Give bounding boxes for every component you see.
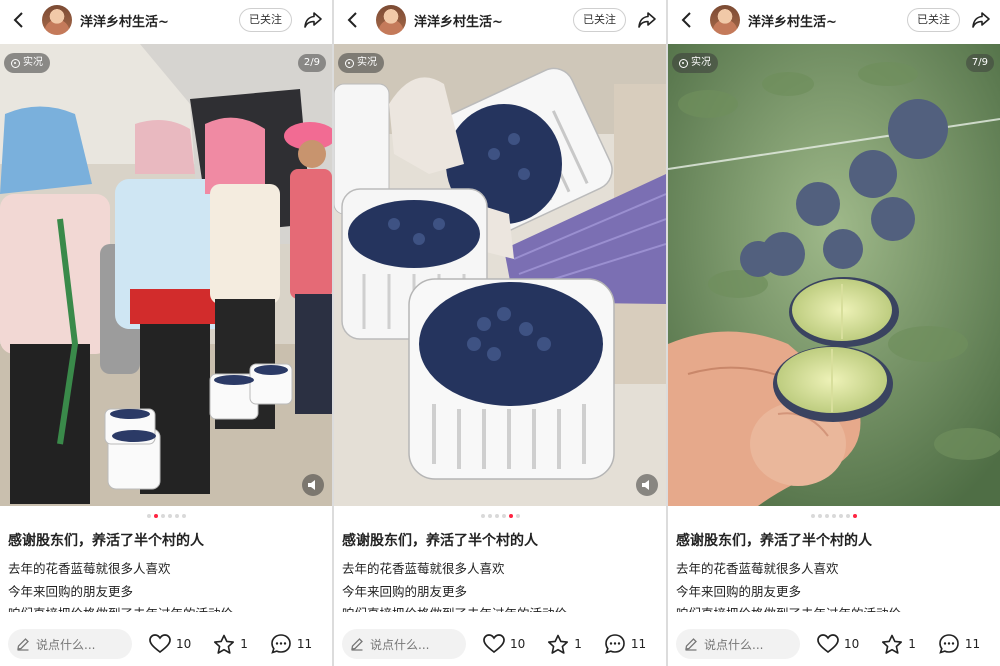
- author-avatar[interactable]: [710, 5, 740, 35]
- collect-button[interactable]: 1: [547, 634, 582, 655]
- author-name[interactable]: 洋洋乡村生活~: [80, 11, 169, 30]
- pencil-icon: [17, 638, 29, 651]
- comment-placeholder: 说点什么...: [36, 637, 96, 652]
- live-label: 实况: [691, 57, 711, 68]
- comment-count: 11: [964, 637, 981, 651]
- live-icon: [11, 58, 20, 68]
- comment-button[interactable]: 11: [938, 633, 980, 655]
- author-name[interactable]: 洋洋乡村生活~: [414, 11, 503, 30]
- like-button[interactable]: 10: [149, 634, 191, 654]
- post-panel-1: 洋洋乡村生活~ 已关注 实况 2/9 感谢股东们，养活了半个村的人 去年的花香蓝…: [0, 0, 332, 666]
- share-icon[interactable]: [302, 9, 324, 31]
- image-counter: 2/9: [297, 54, 326, 72]
- share-icon[interactable]: [636, 9, 658, 31]
- post-photo-blueberry-baskets[interactable]: 实况: [334, 44, 666, 506]
- author-avatar[interactable]: [42, 5, 72, 35]
- post-title: 感谢股东们，养活了半个村的人: [342, 533, 538, 549]
- collect-count: 1: [240, 637, 248, 651]
- live-label: 实况: [23, 57, 43, 68]
- post-header: 洋洋乡村生活~ 已关注: [668, 0, 1000, 40]
- live-label: 实况: [357, 57, 377, 68]
- caption-line-1: 去年的花香蓝莓就很多人喜欢: [676, 561, 839, 576]
- comment-count: 11: [296, 637, 313, 651]
- share-icon[interactable]: [970, 9, 992, 31]
- post-title: 感谢股东们，养活了半个村的人: [676, 533, 872, 549]
- comment-input[interactable]: 说点什么...: [342, 629, 466, 659]
- star-icon: [214, 634, 235, 654]
- image-counter: 7/9: [965, 54, 994, 72]
- live-icon: [679, 58, 688, 68]
- carousel-indicator: [0, 514, 332, 518]
- live-icon: [345, 58, 354, 68]
- collect-count: 1: [908, 637, 916, 651]
- follow-button[interactable]: 已关注: [239, 8, 292, 32]
- like-button[interactable]: 10: [483, 634, 525, 654]
- post-title: 感谢股东们，养活了半个村的人: [8, 533, 204, 549]
- collect-button[interactable]: 1: [213, 634, 248, 655]
- caption-line-2: 今年来回购的朋友更多: [8, 584, 134, 599]
- caption-line-2: 今年来回购的朋友更多: [342, 584, 468, 599]
- caption-line-2: 今年来回购的朋友更多: [676, 584, 802, 599]
- comment-input[interactable]: 说点什么...: [676, 629, 800, 659]
- post-panel-3: 洋洋乡村生活~ 已关注 实况 7/9 感谢股东们，养活了半个村的人 去年的花香蓝…: [668, 0, 1000, 666]
- follow-button[interactable]: 已关注: [907, 8, 960, 32]
- engagement-bar: 说点什么... 10 1 11: [668, 622, 1000, 666]
- comment-button[interactable]: 11: [270, 633, 312, 655]
- like-count: 10: [176, 637, 192, 651]
- comment-placeholder: 说点什么...: [704, 637, 764, 652]
- post-panel-2: 洋洋乡村生活~ 已关注 实况 感谢股东们，养活了半个村的人 去年的花香蓝莓就很多…: [334, 0, 666, 666]
- heart-icon: [149, 634, 171, 654]
- carousel-indicator: [668, 514, 1000, 518]
- like-count: 10: [510, 637, 526, 651]
- collect-button[interactable]: 1: [881, 634, 916, 655]
- heart-icon: [483, 634, 505, 654]
- live-photo-badge: 实况: [338, 53, 384, 73]
- pencil-icon: [685, 638, 697, 651]
- comment-input[interactable]: 说点什么...: [8, 629, 132, 659]
- caption-line-1: 去年的花香蓝莓就很多人喜欢: [8, 561, 171, 576]
- mute-icon[interactable]: [302, 474, 324, 496]
- heart-icon: [817, 634, 839, 654]
- pencil-icon: [351, 638, 363, 651]
- carousel-indicator: [334, 514, 666, 518]
- post-photo-blueberry-halves[interactable]: 实况 7/9: [668, 44, 1000, 506]
- author-avatar[interactable]: [376, 5, 406, 35]
- back-chevron-icon[interactable]: [342, 10, 362, 30]
- post-header: 洋洋乡村生活~ 已关注: [0, 0, 332, 40]
- comment-placeholder: 说点什么...: [370, 637, 430, 652]
- post-photo-farmworkers[interactable]: 实况 2/9: [0, 44, 332, 506]
- comment-bubble-icon: [271, 634, 291, 654]
- mute-icon[interactable]: [636, 474, 658, 496]
- post-header: 洋洋乡村生活~ 已关注: [334, 0, 666, 40]
- screenshot-strip: 洋洋乡村生活~ 已关注 实况 2/9 感谢股东们，养活了半个村的人 去年的花香蓝…: [0, 0, 1000, 666]
- caption-line-1: 去年的花香蓝莓就很多人喜欢: [342, 561, 505, 576]
- like-button[interactable]: 10: [817, 634, 859, 654]
- comment-bubble-icon: [939, 634, 959, 654]
- back-chevron-icon[interactable]: [8, 10, 28, 30]
- live-photo-badge: 实况: [672, 53, 718, 73]
- back-chevron-icon[interactable]: [676, 10, 696, 30]
- engagement-bar: 说点什么... 10 1 11: [0, 622, 332, 666]
- live-photo-badge: 实况: [4, 53, 50, 73]
- engagement-bar: 说点什么... 10 1 11: [334, 622, 666, 666]
- star-icon: [548, 634, 569, 654]
- comment-bubble-icon: [605, 634, 625, 654]
- comment-button[interactable]: 11: [604, 633, 646, 655]
- comment-count: 11: [630, 637, 647, 651]
- star-icon: [882, 634, 903, 654]
- like-count: 10: [844, 637, 860, 651]
- collect-count: 1: [574, 637, 582, 651]
- author-name[interactable]: 洋洋乡村生活~: [748, 11, 837, 30]
- follow-button[interactable]: 已关注: [573, 8, 626, 32]
